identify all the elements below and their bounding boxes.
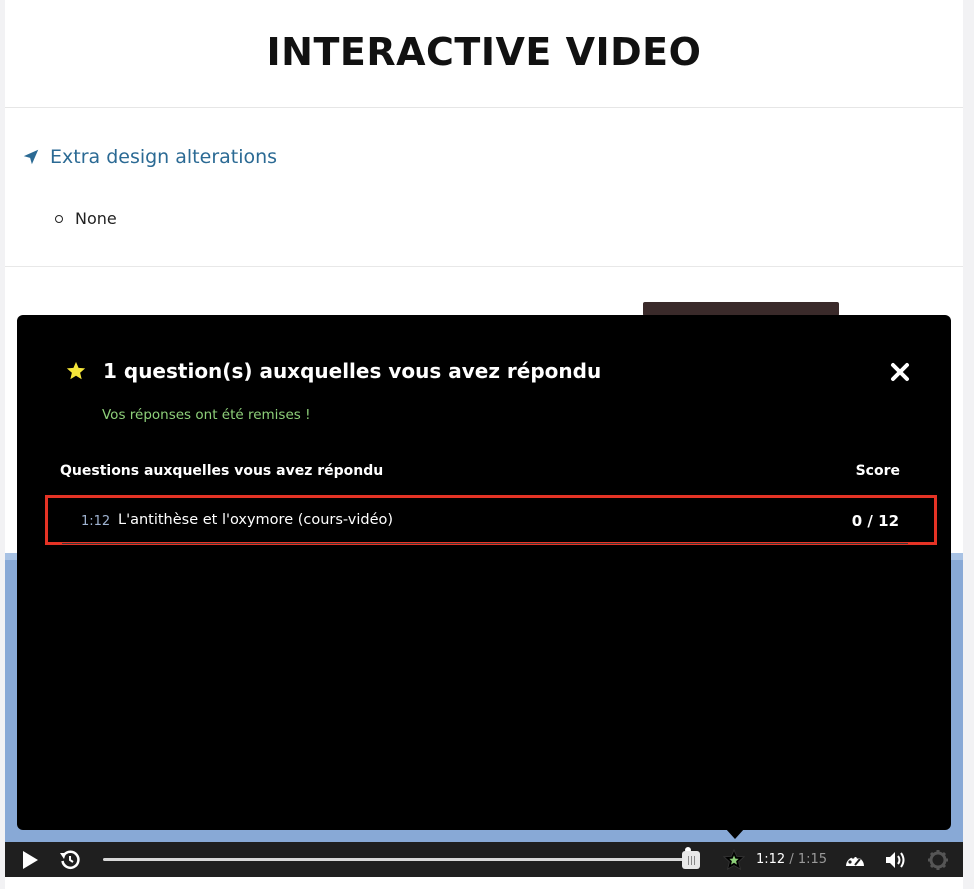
location-arrow-icon <box>23 149 39 165</box>
page-title: INTERACTIVE VIDEO <box>266 29 702 74</box>
rewind-icon <box>60 850 80 869</box>
interactive-video-player[interactable]: 1 question(s) auxquelles vous avez répon… <box>5 285 963 889</box>
palette-icon <box>846 854 864 866</box>
section-heading: Extra design alterations <box>22 146 277 168</box>
bullet-icon <box>55 214 63 223</box>
star-badge-icon <box>723 848 745 870</box>
section-list-item: None <box>55 209 117 228</box>
progress-bar[interactable] <box>103 858 693 861</box>
total-time: 1:15 <box>797 852 828 867</box>
settings-button[interactable] <box>925 842 951 877</box>
question-score: 0 / 12 <box>851 512 899 530</box>
player-controls: 1:12 / 1:15 <box>5 842 963 877</box>
volume-icon <box>886 851 905 868</box>
question-timestamp: 1:12 <box>81 514 111 529</box>
quality-button[interactable] <box>842 842 868 877</box>
column-header-score: Score <box>855 463 900 479</box>
time-display: 1:12 / 1:15 <box>756 852 827 867</box>
page-card: INTERACTIVE VIDEO Extra design alteratio… <box>5 0 963 889</box>
answered-question-row[interactable]: 1:12 L'antithèse et l'oxymore (cours-vid… <box>45 495 937 545</box>
section-heading-text: Extra design alterations <box>50 146 278 168</box>
gear-icon <box>928 849 948 870</box>
progress-handle[interactable] <box>682 851 700 869</box>
row-divider <box>62 543 908 544</box>
volume-button[interactable] <box>883 842 909 877</box>
overlay-pointer <box>725 828 745 839</box>
page-header: INTERACTIVE VIDEO <box>5 0 963 108</box>
play-icon <box>23 850 38 869</box>
overlay-header: 1 question(s) auxquelles vous avez répon… <box>65 359 601 383</box>
submitted-message: Vos réponses ont été remises ! <box>102 407 311 423</box>
section-list-item-text: None <box>75 209 117 228</box>
question-title: L'antithèse et l'oxymore (cours-vidéo) <box>118 512 394 528</box>
answered-questions-button[interactable] <box>721 842 747 877</box>
answered-questions-overlay: 1 question(s) auxquelles vous avez répon… <box>17 315 951 839</box>
column-header-questions: Questions auxquelles vous avez répondu <box>60 463 384 479</box>
video-frame-thumbnail <box>643 302 839 316</box>
star-icon <box>66 361 86 380</box>
current-time: 1:12 <box>756 852 786 867</box>
play-button[interactable] <box>17 842 43 877</box>
overlay-title: 1 question(s) auxquelles vous avez répon… <box>103 359 602 383</box>
rewind-10-button[interactable] <box>57 842 83 877</box>
time-separator: / <box>789 852 794 867</box>
close-icon[interactable] <box>889 361 911 383</box>
design-section: Extra design alterations None <box>5 109 963 267</box>
